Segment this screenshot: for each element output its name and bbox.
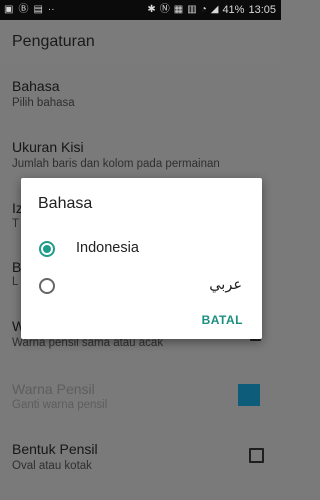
setting-subtitle: Oval atau kotak (12, 460, 92, 472)
setting-language[interactable]: Bahasa Pilih bahasa (0, 74, 281, 134)
gallery-icon: ▤ (33, 4, 43, 15)
signal-icon: ◢ (210, 4, 219, 15)
cancel-button[interactable]: BATAL (202, 313, 243, 327)
setting-subtitle: L (12, 276, 19, 288)
setting-title: Bahasa (12, 78, 60, 94)
page-title: Pengaturan (12, 33, 95, 50)
setting-title: B (12, 259, 22, 275)
option-label: عربي (209, 277, 242, 293)
pencil-color-swatch (238, 384, 260, 406)
data-icon: ▦ (173, 4, 184, 15)
pencil-shape-checkbox[interactable] (249, 448, 264, 463)
bluetooth-icon: ✱ (147, 4, 156, 15)
radio-button-selected[interactable] (39, 241, 55, 257)
app-bar: Pengaturan (0, 20, 281, 64)
nfc-icon: Ⓝ (159, 4, 170, 15)
dialog-title: Bahasa (38, 195, 93, 212)
setting-pencil-shape[interactable]: Bentuk Pensil Oval atau kotak (0, 436, 281, 496)
wifi-icon: ◔ (200, 4, 207, 15)
setting-title: Warna Pensil (12, 381, 95, 397)
setting-subtitle: Pilih bahasa (12, 97, 75, 109)
setting-title: Ukuran Kisi (12, 139, 84, 155)
setting-pencil-color: Warna Pensil Ganti warna pensil (0, 377, 281, 437)
sim-icon: ▥ (187, 4, 197, 15)
setting-subtitle: Ganti warna pensil (12, 399, 108, 411)
setting-title: Bentuk Pensil (12, 441, 98, 457)
bookmark-icon: Ⓑ (18, 4, 29, 15)
option-label: Indonesia (76, 240, 139, 256)
language-option-arabic[interactable]: عربي (21, 269, 262, 305)
setting-subtitle: Jumlah baris dan kolom pada permainan (12, 158, 220, 170)
setting-subtitle: T (12, 218, 20, 230)
status-time: 13:05 (248, 4, 276, 16)
battery-level: 41% (222, 4, 245, 16)
status-bar: ▣ Ⓑ ▤ ·· ✱ Ⓝ ▦ ▥ ◔ ◢ 41% 13:05 (0, 0, 281, 20)
language-dialog: Bahasa Indonesia عربي BATAL (21, 178, 262, 339)
more-dots-icon: ·· (47, 4, 55, 15)
image-icon: ▣ (4, 4, 14, 15)
language-option-indonesia[interactable]: Indonesia (21, 232, 262, 268)
radio-button[interactable] (39, 278, 55, 294)
